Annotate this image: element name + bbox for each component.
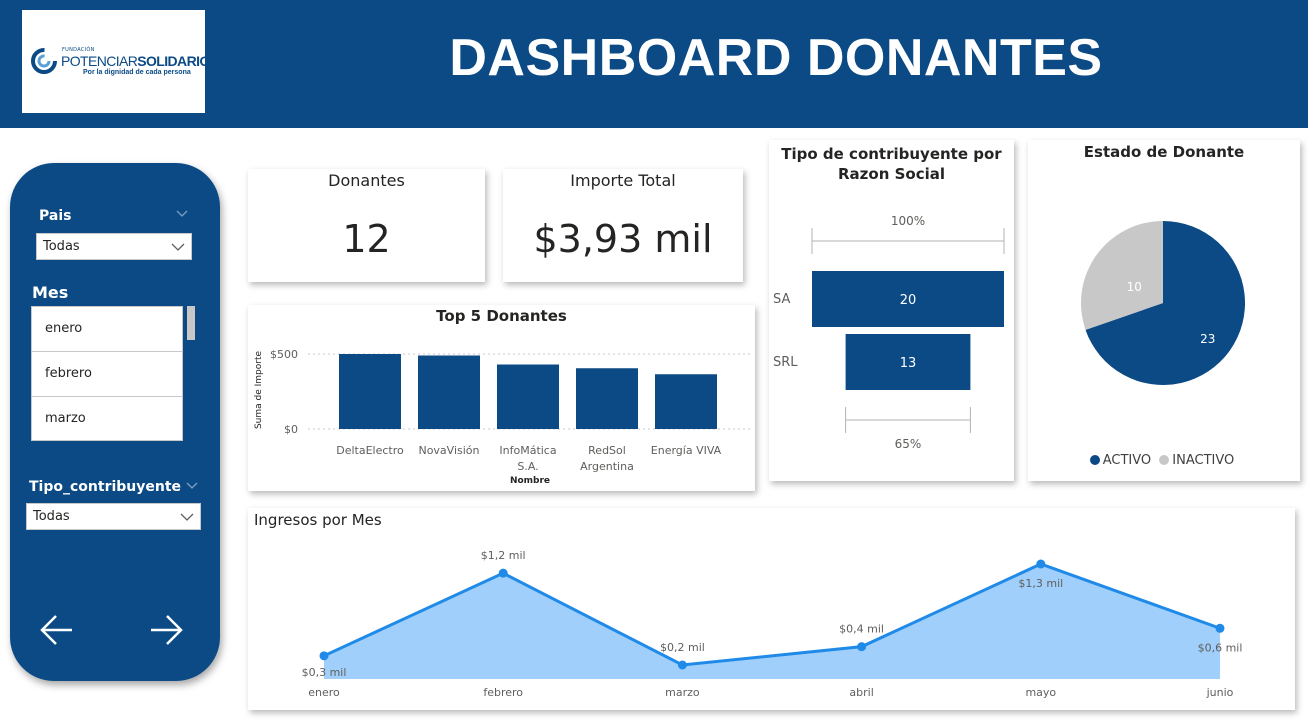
- x-axis-label: Nombre: [510, 476, 550, 486]
- funnel-category-label: SRL: [773, 355, 798, 370]
- kpi-label: Donantes: [328, 171, 405, 190]
- x-tick-label: NovaVisión: [418, 444, 479, 457]
- mes-slicer-title: Mes: [32, 283, 69, 302]
- x-tick-label: InfoMática: [499, 444, 556, 457]
- chevron-down-icon: [171, 243, 185, 251]
- data-label: 20: [900, 293, 917, 308]
- x-tick-label: marzo: [665, 686, 700, 699]
- y-axis-label: Suma de Importe: [254, 350, 264, 429]
- x-tick-label: Energía VIVA: [651, 444, 722, 457]
- funnel-plot: 100% 20 SA 13 SRL 65%: [773, 214, 1005, 451]
- x-tick-label: S.A.: [517, 460, 538, 473]
- legend-item-activo[interactable]: ACTIVO: [1089, 453, 1151, 468]
- kpi-value: 12: [342, 217, 391, 261]
- bar: [418, 355, 480, 429]
- list-item[interactable]: marzo: [32, 397, 182, 442]
- chevron-down-icon[interactable]: [186, 482, 198, 490]
- pie-plot: 23 10: [1081, 221, 1245, 385]
- data-label: $0,2 mil: [660, 641, 705, 654]
- mes-scrollbar[interactable]: [187, 306, 195, 340]
- x-tick-label: RedSol: [588, 444, 626, 457]
- data-label: 23: [1200, 332, 1215, 346]
- legend-dot-icon: [1089, 455, 1100, 465]
- area-plot: $0,3 mil enero $1,2 mil febrero $0,2 mil marz…: [302, 549, 1243, 699]
- filter-panel: Pais Todas Mes enero febrero marzo Tipo_…: [10, 163, 220, 681]
- data-label: $0,6 mil: [1198, 641, 1243, 654]
- top5-plot: Suma de Importe Nombre $500 $0 DeltaElectr…: [254, 348, 753, 486]
- logo-mark-icon: [31, 48, 57, 74]
- kpi-value: $3,93 mil: [533, 217, 713, 261]
- estado-donante-chart: Estado de Donante 23 10 ACTIVO INACTIVO: [1028, 140, 1300, 481]
- data-label: $1,2 mil: [481, 549, 526, 562]
- chevron-down-icon[interactable]: [176, 210, 188, 218]
- mes-list: enero febrero marzo: [31, 306, 183, 441]
- data-point: [677, 660, 687, 670]
- x-tick-label: febrero: [483, 686, 523, 699]
- legend-dot-icon: [1159, 455, 1170, 465]
- y-tick-label: $500: [270, 348, 298, 361]
- list-item[interactable]: enero: [32, 307, 182, 352]
- tipo-dropdown[interactable]: Todas: [26, 503, 201, 530]
- kpi-card-importe-total: Importe Total $3,93 mil: [503, 169, 743, 282]
- data-point: [1215, 623, 1225, 633]
- bar: [497, 364, 559, 429]
- pie-legend: ACTIVO INACTIVO: [1028, 453, 1300, 468]
- kpi-card-donantes: Donantes 12: [248, 169, 485, 282]
- kpi-label: Importe Total: [570, 171, 676, 190]
- list-item[interactable]: febrero: [32, 352, 182, 397]
- data-point: [319, 651, 329, 661]
- data-label: $0,4 mil: [839, 623, 884, 636]
- arrow-right-icon[interactable]: [148, 612, 184, 648]
- funnel-category-label: SA: [773, 292, 790, 307]
- data-point: [1036, 559, 1046, 569]
- funnel-percent-label: 65%: [895, 437, 922, 451]
- ingresos-por-mes-chart: Ingresos por Mes $0,3 mil enero $1,2 mil fe…: [248, 508, 1295, 710]
- legend-item-inactivo[interactable]: INACTIVO: [1159, 453, 1234, 468]
- page-title: DASHBOARD DONANTES: [449, 29, 1103, 87]
- tipo-dropdown-value: Todas: [33, 509, 70, 524]
- y-tick-label: $0: [284, 423, 298, 436]
- logo-name: POTENCIARSOLIDARIO: [61, 53, 210, 69]
- data-label: $0,3 mil: [302, 666, 347, 679]
- x-tick-label: enero: [308, 686, 340, 699]
- x-tick-label: Argentina: [580, 460, 634, 473]
- pais-dropdown-value: Todas: [43, 239, 80, 254]
- funnel-percent-label: 100%: [891, 214, 925, 228]
- data-point: [857, 642, 867, 652]
- logo: FUNDACIÓN POTENCIARSOLIDARIO Por la dign…: [22, 10, 210, 113]
- tipo-contribuyente-chart: Tipo de contribuyente por Razon Social 1…: [769, 140, 1014, 481]
- arrow-left-icon[interactable]: [39, 612, 75, 648]
- data-label: $1,3 mil: [1018, 577, 1063, 590]
- chevron-down-icon: [180, 513, 194, 521]
- bar: [339, 354, 401, 429]
- logo-tagline: Por la dignidad de cada persona: [83, 69, 191, 76]
- header-bar: FUNDACIÓN POTENCIARSOLIDARIO Por la dign…: [0, 0, 1308, 128]
- data-label: 13: [900, 356, 917, 371]
- data-label: 10: [1127, 280, 1142, 294]
- x-tick-label: junio: [1206, 686, 1234, 699]
- pais-dropdown[interactable]: Todas: [36, 233, 192, 260]
- x-tick-label: mayo: [1025, 686, 1056, 699]
- bar: [576, 368, 638, 429]
- data-point: [498, 568, 508, 578]
- tipo-slicer-title: Tipo_contribuyente: [29, 479, 182, 495]
- bar: [655, 374, 717, 429]
- pais-slicer-title: Pais: [39, 208, 72, 224]
- x-tick-label: abril: [849, 686, 873, 699]
- x-tick-label: DeltaElectro: [336, 444, 404, 457]
- top5-donantes-chart: Top 5 Donantes Suma de Importe Nombre $5…: [248, 305, 755, 491]
